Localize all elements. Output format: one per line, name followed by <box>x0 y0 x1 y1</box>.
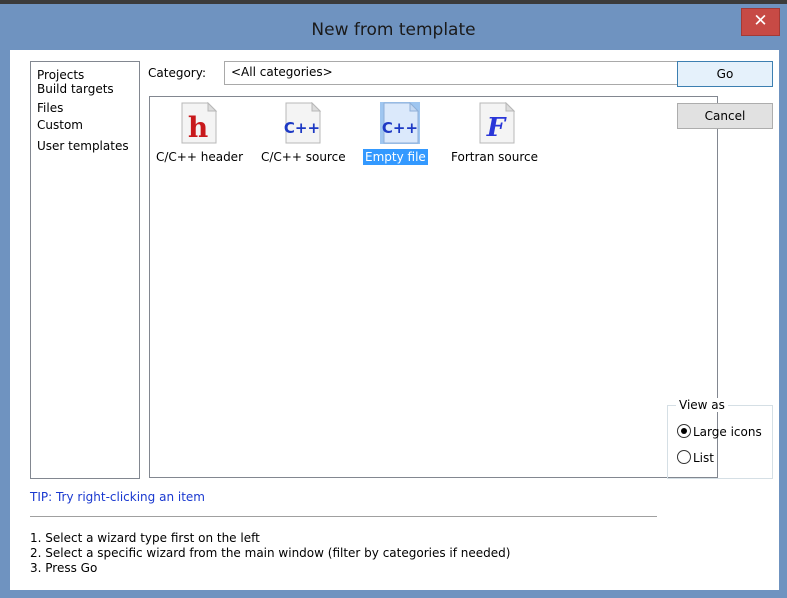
cpp-source-icon: C++ <box>284 102 322 144</box>
svg-text:C++: C++ <box>382 119 418 137</box>
wizard-type-files[interactable]: Files <box>37 101 63 115</box>
template-label: Fortran source <box>451 150 539 164</box>
template-label: C/C++ source <box>261 150 346 164</box>
instruction-line: 1. Select a wizard type first on the lef… <box>30 531 260 545</box>
template-item-c-header[interactable]: h C/C++ header <box>153 97 253 177</box>
go-button[interactable]: Go <box>677 61 773 87</box>
template-item-empty-file[interactable]: C++ Empty file <box>360 97 440 177</box>
category-selected-value: <All categories> <box>231 65 333 79</box>
radio-unselected-icon[interactable] <box>677 450 691 464</box>
dialog-window: New from template ✕ Projects Build targe… <box>0 0 787 598</box>
tip-text: TIP: Try right-clicking an item <box>30 490 205 504</box>
radio-selected-icon[interactable] <box>677 424 691 438</box>
template-item-cpp-source[interactable]: C++ C/C++ source <box>258 97 353 177</box>
close-button[interactable]: ✕ <box>741 8 780 36</box>
instruction-line: 3. Press Go <box>30 561 98 575</box>
view-as-large-icons-option[interactable]: Large icons <box>677 424 762 439</box>
template-label-selected: Empty file <box>363 149 428 165</box>
instruction-line: 2. Select a specific wizard from the mai… <box>30 546 511 560</box>
view-as-group: View as Large icons List <box>667 398 773 479</box>
view-as-legend: View as <box>676 398 728 412</box>
wizard-type-custom[interactable]: Custom <box>37 118 83 132</box>
wizard-type-build-targets[interactable]: Build targets <box>37 82 114 96</box>
svg-text:h: h <box>188 111 208 144</box>
template-label: C/C++ header <box>156 150 243 164</box>
separator-line <box>30 516 657 517</box>
template-item-fortran[interactable]: F Fortran source <box>448 97 548 177</box>
category-dropdown[interactable]: <All categories> ⌄ <box>224 61 720 85</box>
instructions-block: 1. Select a wizard type first on the lef… <box>30 531 510 576</box>
fortran-icon: F <box>479 102 516 144</box>
dialog-title: New from template <box>311 20 476 40</box>
svg-text:C++: C++ <box>284 119 320 137</box>
wizard-type-list[interactable]: Projects Build targets Files Custom User… <box>30 61 140 479</box>
category-label: Category: <box>148 66 206 80</box>
empty-file-icon: C++ <box>380 102 420 144</box>
view-as-list-option[interactable]: List <box>677 450 714 465</box>
svg-text:F: F <box>486 113 507 143</box>
wizard-type-user-templates[interactable]: User templates <box>37 139 129 153</box>
cancel-button[interactable]: Cancel <box>677 103 773 129</box>
wizard-type-projects[interactable]: Projects <box>37 68 84 82</box>
c-header-icon: h <box>181 102 218 144</box>
list-label: List <box>693 451 714 465</box>
large-icons-label: Large icons <box>693 425 762 439</box>
template-icon-view[interactable]: h C/C++ header C++ C/C++ source C++ Empt… <box>149 96 718 478</box>
dialog-client-area: Projects Build targets Files Custom User… <box>10 50 779 590</box>
